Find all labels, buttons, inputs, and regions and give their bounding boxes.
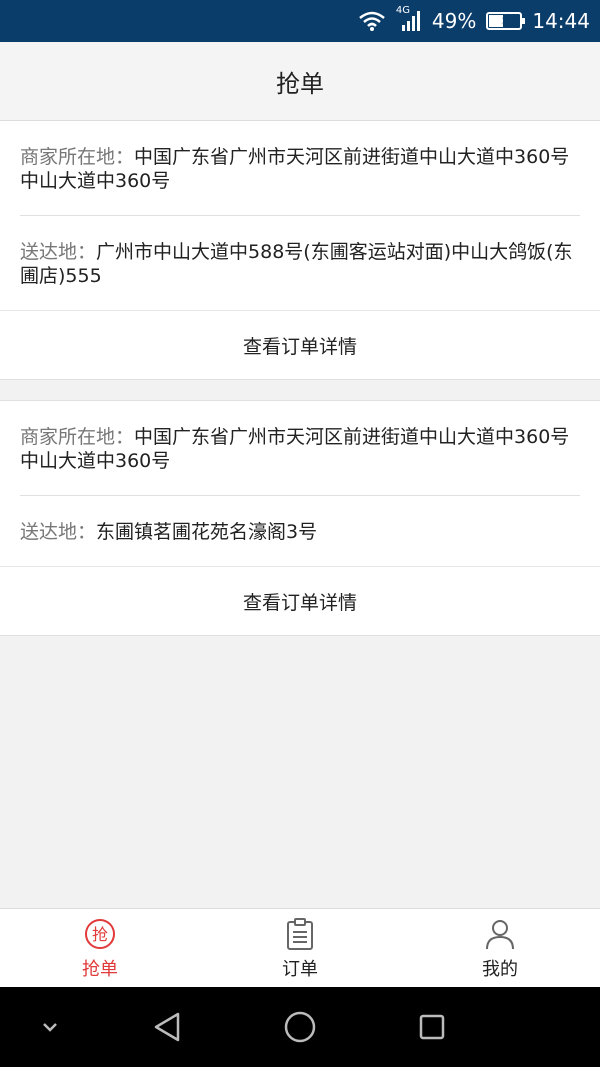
merchant-label: 商家所在地： xyxy=(20,146,135,168)
view-order-detail-button[interactable]: 查看订单详情 xyxy=(0,566,600,635)
system-nav-bar xyxy=(0,987,600,1067)
chevron-down-icon xyxy=(43,1023,57,1032)
delivery-address: 送达地：广州市中山大道中588号(东圃客运站对面)中山大鸽饭(东圃店)555 xyxy=(20,216,580,310)
battery-icon: ⚡ xyxy=(486,12,526,30)
merchant-address: 商家所在地：中国广东省广州市天河区前进街道中山大道中360号 中山大道中360号 xyxy=(20,121,580,215)
delivery-address: 送达地：东圃镇茗圃花苑名濠阁3号 xyxy=(20,496,580,566)
order-list: 商家所在地：中国广东省广州市天河区前进街道中山大道中360号 中山大道中360号… xyxy=(0,121,600,636)
view-order-detail-button[interactable]: 查看订单详情 xyxy=(0,310,600,379)
charging-bolt-icon: ⚡ xyxy=(500,12,511,28)
tab-label: 订单 xyxy=(282,958,318,980)
home-icon xyxy=(284,1011,316,1043)
clipboard-icon xyxy=(287,917,313,950)
delivery-label: 送达地： xyxy=(20,521,97,543)
page-title: 抢单 xyxy=(276,69,324,98)
back-icon xyxy=(154,1012,180,1042)
tab-label: 抢单 xyxy=(82,958,118,980)
delivery-address-value: 东圃镇茗圃花苑名濠阁3号 xyxy=(96,521,318,543)
collapse-button[interactable] xyxy=(30,987,70,1067)
status-bar: 4G 49% ⚡ 14:44 xyxy=(0,0,600,42)
back-button[interactable] xyxy=(145,987,189,1067)
delivery-label: 送达地： xyxy=(20,241,97,263)
bottom-tab-bar: 抢 抢单 订单 我的 xyxy=(0,908,600,988)
tab-grab-order[interactable]: 抢 抢单 xyxy=(0,909,200,988)
signal-icon: 4G xyxy=(396,5,422,33)
title-bar: 抢单 xyxy=(0,42,600,121)
grab-order-icon: 抢 xyxy=(85,918,115,949)
wifi-icon xyxy=(359,11,385,31)
merchant-address: 商家所在地：中国广东省广州市天河区前进街道中山大道中360号 中山大道中360号 xyxy=(20,401,580,495)
user-icon xyxy=(486,919,514,949)
recents-icon xyxy=(419,1014,445,1040)
battery-percent: 49% xyxy=(431,9,477,33)
tab-profile[interactable]: 我的 xyxy=(400,909,600,988)
recents-button[interactable] xyxy=(412,987,452,1067)
delivery-address-value: 广州市中山大道中588号(东圃客运站对面)中山大鸽饭(东圃店)555 xyxy=(20,241,573,287)
svg-text:抢: 抢 xyxy=(92,925,108,944)
home-button[interactable] xyxy=(280,987,320,1067)
tab-orders[interactable]: 订单 xyxy=(200,909,400,988)
merchant-label: 商家所在地： xyxy=(20,426,135,448)
order-card: 商家所在地：中国广东省广州市天河区前进街道中山大道中360号 中山大道中360号… xyxy=(0,121,600,380)
clock: 14:44 xyxy=(532,9,590,33)
order-card: 商家所在地：中国广东省广州市天河区前进街道中山大道中360号 中山大道中360号… xyxy=(0,400,600,636)
tab-label: 我的 xyxy=(482,958,518,980)
